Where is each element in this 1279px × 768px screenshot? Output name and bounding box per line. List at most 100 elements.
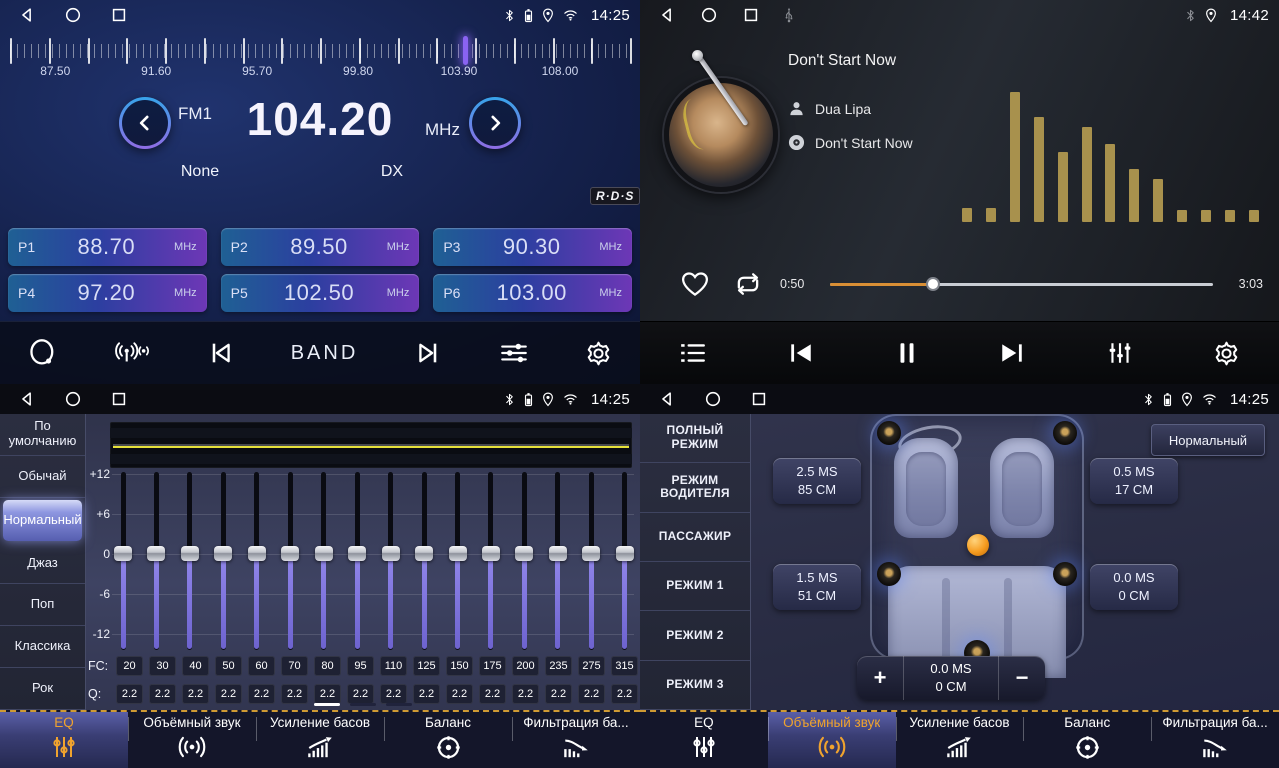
fc-value-box[interactable]: 30: [149, 656, 176, 676]
mode-5[interactable]: РЕЖИМ 2: [640, 611, 750, 660]
fc-value-box[interactable]: 40: [182, 656, 209, 676]
seek-up-button[interactable]: [469, 97, 521, 149]
q-value-box[interactable]: 2.2: [281, 684, 308, 704]
q-value-box[interactable]: 2.2: [611, 684, 638, 704]
radio-preset-p5[interactable]: P5102.50MHz: [221, 274, 420, 312]
settings-gear-icon[interactable]: [585, 340, 612, 367]
previous-station-icon[interactable]: [207, 339, 235, 367]
repeat-icon[interactable]: [732, 270, 764, 298]
back-icon[interactable]: [18, 6, 36, 24]
eq-slider-thumb[interactable]: [616, 546, 634, 561]
fc-value-box[interactable]: 80: [314, 656, 341, 676]
eq-band-slider-10[interactable]: [415, 472, 433, 650]
fc-value-box[interactable]: 175: [479, 656, 506, 676]
mode-4[interactable]: РЕЖИМ 1: [640, 562, 750, 611]
eq-slider-thumb[interactable]: [348, 546, 366, 561]
eq-slider-thumb[interactable]: [449, 546, 467, 561]
tab-balance[interactable]: Баланс: [384, 712, 512, 768]
eq-band-slider-16[interactable]: [616, 472, 634, 650]
seek-bar-knob[interactable]: [926, 277, 940, 291]
delay-rear-left-button[interactable]: 1.5 MS 51 CM: [773, 564, 861, 610]
tab-eq[interactable]: EQ: [0, 712, 128, 768]
seek-bar[interactable]: [830, 283, 1213, 286]
eq-preset-2[interactable]: Обычай: [0, 456, 85, 498]
recents-icon[interactable]: [110, 6, 128, 24]
delay-front-right-button[interactable]: 0.5 MS 17 CM: [1090, 458, 1178, 504]
previous-track-icon[interactable]: [786, 340, 816, 366]
eq-slider-thumb[interactable]: [214, 546, 232, 561]
eq-page-dot[interactable]: [350, 703, 376, 706]
q-value-box[interactable]: 2.2: [479, 684, 506, 704]
q-value-box[interactable]: 2.2: [413, 684, 440, 704]
fc-value-box[interactable]: 20: [116, 656, 143, 676]
q-value-box[interactable]: 2.2: [314, 684, 341, 704]
seek-down-button[interactable]: [119, 97, 171, 149]
eq-band-slider-8[interactable]: [348, 472, 366, 650]
band-button[interactable]: BAND: [291, 342, 359, 365]
back-icon[interactable]: [658, 390, 676, 408]
tab-eq[interactable]: EQ: [640, 712, 768, 768]
eq-band-slider-11[interactable]: [449, 472, 467, 650]
tab-surround[interactable]: Объёмный звук: [128, 712, 256, 768]
delay-front-left-button[interactable]: 2.5 MS 85 CM: [773, 458, 861, 504]
q-value-box[interactable]: 2.2: [578, 684, 605, 704]
eq-slider-thumb[interactable]: [582, 546, 600, 561]
mode-6[interactable]: РЕЖИМ 3: [640, 661, 750, 710]
eq-preset-3[interactable]: Нормальный: [3, 500, 82, 541]
q-value-box[interactable]: 2.2: [446, 684, 473, 704]
radio-preset-p6[interactable]: P6103.00MHz: [433, 274, 632, 312]
recents-icon[interactable]: [750, 390, 768, 408]
fc-value-box[interactable]: 200: [512, 656, 539, 676]
eq-preset-5[interactable]: Поп: [0, 584, 85, 626]
eq-slider-thumb[interactable]: [549, 546, 567, 561]
home-icon[interactable]: [704, 390, 722, 408]
next-station-icon[interactable]: [414, 339, 442, 367]
home-icon[interactable]: [64, 6, 82, 24]
listening-position-ball[interactable]: [967, 534, 989, 556]
delay-rear-right-button[interactable]: 0.0 MS 0 CM: [1090, 564, 1178, 610]
q-value-box[interactable]: 2.2: [248, 684, 275, 704]
eq-slider-thumb[interactable]: [248, 546, 266, 561]
fc-value-box[interactable]: 110: [380, 656, 407, 676]
q-value-box[interactable]: 2.2: [545, 684, 572, 704]
recents-icon[interactable]: [110, 390, 128, 408]
frequency-scale[interactable]: [10, 36, 630, 66]
recents-icon[interactable]: [742, 6, 760, 24]
eq-band-slider-14[interactable]: [549, 472, 567, 650]
eq-slider-thumb[interactable]: [515, 546, 533, 561]
eq-slider-thumb[interactable]: [181, 546, 199, 561]
home-icon[interactable]: [64, 390, 82, 408]
eq-band-slider-13[interactable]: [515, 472, 533, 650]
eq-preset-7[interactable]: Рок: [0, 668, 85, 710]
fc-value-box[interactable]: 235: [545, 656, 572, 676]
fc-value-box[interactable]: 70: [281, 656, 308, 676]
profile-button[interactable]: Нормальный: [1151, 424, 1265, 456]
pause-icon[interactable]: [895, 340, 919, 366]
mode-1[interactable]: ПОЛНЫЙ РЕЖИМ: [640, 414, 750, 463]
favorite-heart-icon[interactable]: [680, 270, 710, 298]
delay-increase-button[interactable]: +: [857, 656, 903, 700]
tab-bass[interactable]: Усиление басов: [896, 712, 1024, 768]
eq-band-slider-3[interactable]: [181, 472, 199, 650]
radio-preset-p3[interactable]: P390.30MHz: [433, 228, 632, 266]
eq-band-slider-1[interactable]: [114, 472, 132, 650]
q-value-box[interactable]: 2.2: [347, 684, 374, 704]
q-value-box[interactable]: 2.2: [149, 684, 176, 704]
radio-preset-p1[interactable]: P188.70MHz: [8, 228, 207, 266]
eq-band-slider-12[interactable]: [482, 472, 500, 650]
eq-band-slider-6[interactable]: [281, 472, 299, 650]
eq-slider-thumb[interactable]: [482, 546, 500, 561]
q-value-box[interactable]: 2.2: [512, 684, 539, 704]
radio-preset-p2[interactable]: P289.50MHz: [221, 228, 420, 266]
radio-preset-p4[interactable]: P497.20MHz: [8, 274, 207, 312]
q-value-box[interactable]: 2.2: [215, 684, 242, 704]
tab-filter[interactable]: Фильтрация ба...: [1151, 712, 1279, 768]
scan-search-icon[interactable]: [28, 338, 58, 368]
eq-slider-thumb[interactable]: [415, 546, 433, 561]
eq-slider-thumb[interactable]: [281, 546, 299, 561]
broadcast-antenna-icon[interactable]: [114, 340, 150, 366]
delay-decrease-button[interactable]: −: [999, 656, 1045, 700]
playlist-icon[interactable]: [679, 341, 707, 365]
mode-2[interactable]: РЕЖИМ ВОДИТЕЛЯ: [640, 463, 750, 512]
eq-page-dot[interactable]: [314, 703, 340, 706]
